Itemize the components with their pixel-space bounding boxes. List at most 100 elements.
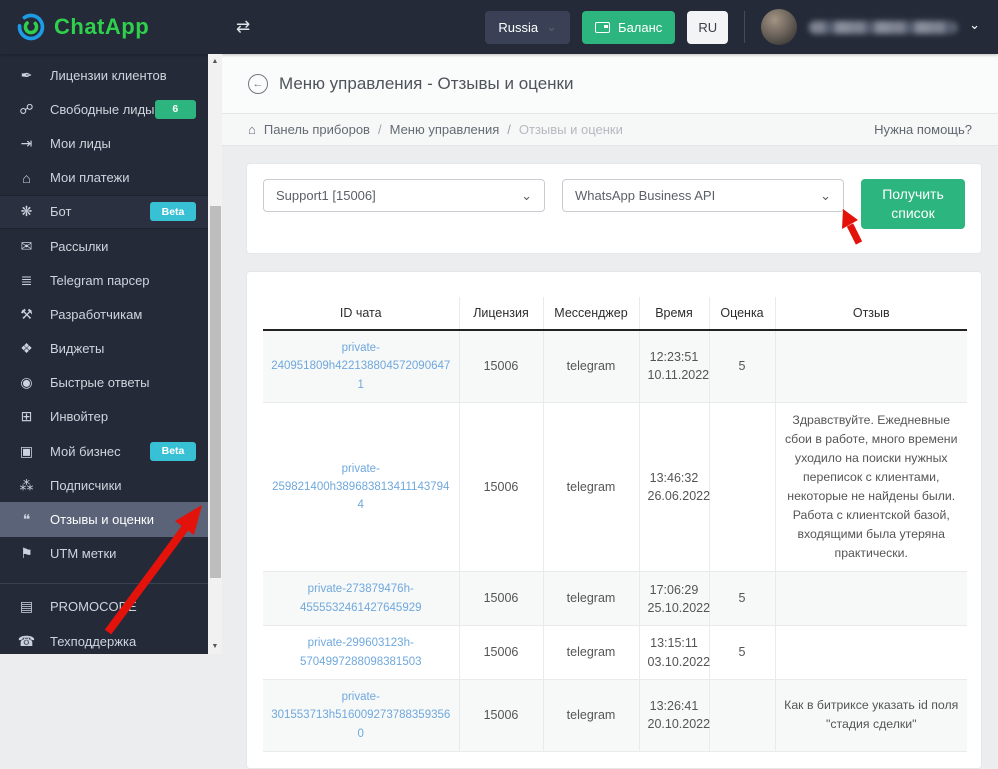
- region-selector[interactable]: Russia ⌄: [485, 10, 571, 44]
- sidebar-item-label: Инвойтер: [50, 409, 109, 425]
- chat-id-link[interactable]: private-240951809h4221388045720906471: [271, 339, 451, 394]
- signal-icon: ◉: [20, 374, 33, 391]
- sidebar-item[interactable]: ☍ Свободные лиды 6: [0, 92, 208, 126]
- sidebar-item[interactable]: ⊞ Инвойтер: [0, 400, 208, 434]
- bot-icon: ❋: [20, 203, 33, 220]
- balance-button-label: Баланс: [618, 19, 663, 35]
- sidebar-item[interactable]: ⚑ UTM метки: [0, 537, 208, 571]
- review-cell: [775, 571, 967, 627]
- sidebar-item[interactable]: ≣ Telegram парсер: [0, 263, 208, 297]
- license-cell: 15006: [459, 571, 544, 627]
- messenger-select[interactable]: WhatsApp Business API ⌄: [562, 179, 844, 212]
- main-content: ← Меню управления - Отзывы и оценки ⌂ Па…: [222, 54, 998, 769]
- get-list-button[interactable]: Получить список: [861, 179, 965, 229]
- license-select-value: Support1 [15006]: [276, 188, 376, 203]
- review-cell: Здравствуйте. Ежедневные сбои в работе, …: [775, 402, 967, 573]
- chatapp-logo[interactable]: ChatApp: [0, 12, 208, 42]
- scroll-down-arrow[interactable]: ▼: [208, 643, 222, 650]
- chat-id-link[interactable]: private-273879476h-4555532461427645929: [271, 580, 451, 617]
- region-selector-label: Russia: [498, 19, 539, 35]
- sidebar-item[interactable]: ❖ Виджеты: [0, 332, 208, 366]
- logout-icon: ⇥: [20, 134, 33, 151]
- sidebar-scrollbar[interactable]: ▲ ▼: [208, 54, 222, 654]
- breadcrumb: ⌂ Панель приборов / Меню управления / От…: [222, 113, 998, 146]
- mailing-icon: ✉: [20, 237, 33, 254]
- chat-id-link[interactable]: private-299603123h-5704997288098381503: [271, 634, 451, 671]
- time-cell: 13:46:32 26.06.2022: [639, 402, 710, 573]
- column-header: Отзыв: [775, 296, 967, 331]
- chevron-down-icon: ⌄: [820, 187, 831, 203]
- breadcrumb-separator: /: [507, 122, 511, 137]
- sidebar-item[interactable]: ❋ Бот Beta: [0, 194, 208, 229]
- invoice-icon: ⊞: [20, 408, 33, 425]
- messenger-cell: telegram: [543, 625, 640, 680]
- bank-icon: ⌂: [22, 169, 31, 186]
- rating-cell: [709, 679, 776, 753]
- page-title-bar: ← Меню управления - Отзывы и оценки: [222, 54, 998, 113]
- sidebar-item-label: Техподдержка: [50, 633, 137, 649]
- rating-cell: 5: [709, 571, 776, 627]
- table-row: private-273879476h-4555532461427645929 15…: [263, 571, 967, 627]
- sidebar-item[interactable]: ✒ Лицензии клиентов: [0, 58, 208, 92]
- messenger-cell: telegram: [543, 571, 640, 627]
- sidebar-collapse-icon[interactable]: ⇄: [236, 17, 250, 37]
- sidebar-item-label: Лицензии клиентов: [50, 67, 167, 83]
- chat-id-link[interactable]: private-259821400h3896838134111437944: [271, 460, 451, 515]
- rating-cell: 5: [709, 329, 776, 403]
- user-avatar[interactable]: [761, 9, 798, 45]
- content-area: Support1 [15006] ⌄ WhatsApp Business API…: [222, 146, 998, 769]
- sidebar-item[interactable]: ⚒ Разработчикам: [0, 297, 208, 331]
- scrollbar-thumb[interactable]: [209, 206, 221, 578]
- sidebar-badge: 6: [154, 99, 196, 119]
- chevron-down-icon: ⌄: [521, 187, 532, 203]
- reviews-table: ID чата Лицензия Мессенджер Время Оценка Отзы…: [263, 296, 967, 753]
- review-cell: [775, 329, 967, 403]
- wallet-icon: [595, 21, 611, 33]
- sidebar-badge: Beta: [150, 441, 196, 461]
- sidebar-item-label: Telegram парсер: [50, 272, 150, 288]
- tag-icon: ⚑: [20, 545, 33, 562]
- messenger-cell: telegram: [543, 329, 640, 403]
- language-button[interactable]: RU: [687, 10, 729, 44]
- sidebar-item[interactable]: ⁂ Подписчики: [0, 468, 208, 502]
- sidebar-item[interactable]: ⌂ Мои платежи: [0, 161, 208, 195]
- sidebar-item[interactable]: ☎ Техподдержка: [0, 624, 208, 658]
- top-header: ChatApp ⇄ Russia ⌄ Баланс RU ⌄: [0, 0, 998, 54]
- chatapp-logo-icon: [17, 13, 45, 41]
- chat-id-link[interactable]: private-301553713h5160092737883593560: [271, 688, 451, 743]
- back-arrow-glyph: ←: [252, 78, 264, 90]
- time-cell: 17:06:29 25.10.2022: [639, 571, 710, 627]
- column-header: ID чата: [263, 296, 460, 331]
- license-select[interactable]: Support1 [15006] ⌄: [263, 179, 545, 212]
- help-link[interactable]: Нужна помощь?: [874, 122, 972, 137]
- sidebar-divider: [0, 582, 208, 584]
- sidebar-item[interactable]: ❝ Отзывы и оценки: [0, 502, 208, 537]
- sidebar-item[interactable]: ▤ PROMOCODE: [0, 590, 208, 624]
- sidebar-item-label: Рассылки: [50, 238, 109, 254]
- wrench-icon: ⚒: [20, 305, 33, 322]
- column-header: Мессенджер: [543, 296, 640, 331]
- sidebar-item-label: Мой бизнес: [50, 443, 121, 459]
- sidebar-item-label: PROMOCODE: [50, 599, 137, 615]
- breadcrumb-control-menu[interactable]: Меню управления: [390, 122, 500, 137]
- sidebar-item[interactable]: ✉ Рассылки: [0, 229, 208, 263]
- back-icon[interactable]: ←: [248, 74, 268, 94]
- sidebar-item[interactable]: ▣ Мой бизнес Beta: [0, 434, 208, 468]
- sidebar-item[interactable]: ◉ Быстрые ответы: [0, 366, 208, 400]
- user-menu-chevron-icon[interactable]: ⌄: [969, 17, 980, 33]
- home-icon: ⌂: [248, 122, 256, 137]
- time-cell: 13:15:11 03.10.2022: [639, 625, 710, 680]
- sidebar-item-label: Быстрые ответы: [50, 375, 150, 391]
- breadcrumb-dashboard[interactable]: Панель приборов: [264, 122, 370, 137]
- sidebar-item-label: Свободные лиды: [50, 101, 155, 117]
- messenger-cell: telegram: [543, 679, 640, 753]
- balance-button[interactable]: Баланс: [582, 10, 676, 44]
- widgets-icon: ❖: [20, 340, 33, 357]
- sidebar-item[interactable]: ⇥ Мои лиды: [0, 126, 208, 160]
- sidebar-badge: Beta: [150, 202, 196, 222]
- license-cell: 15006: [459, 625, 544, 680]
- column-header: Оценка: [709, 296, 776, 331]
- logo-text: ChatApp: [54, 14, 150, 39]
- scroll-up-arrow[interactable]: ▲: [208, 58, 222, 65]
- breadcrumb-current: Отзывы и оценки: [518, 122, 623, 137]
